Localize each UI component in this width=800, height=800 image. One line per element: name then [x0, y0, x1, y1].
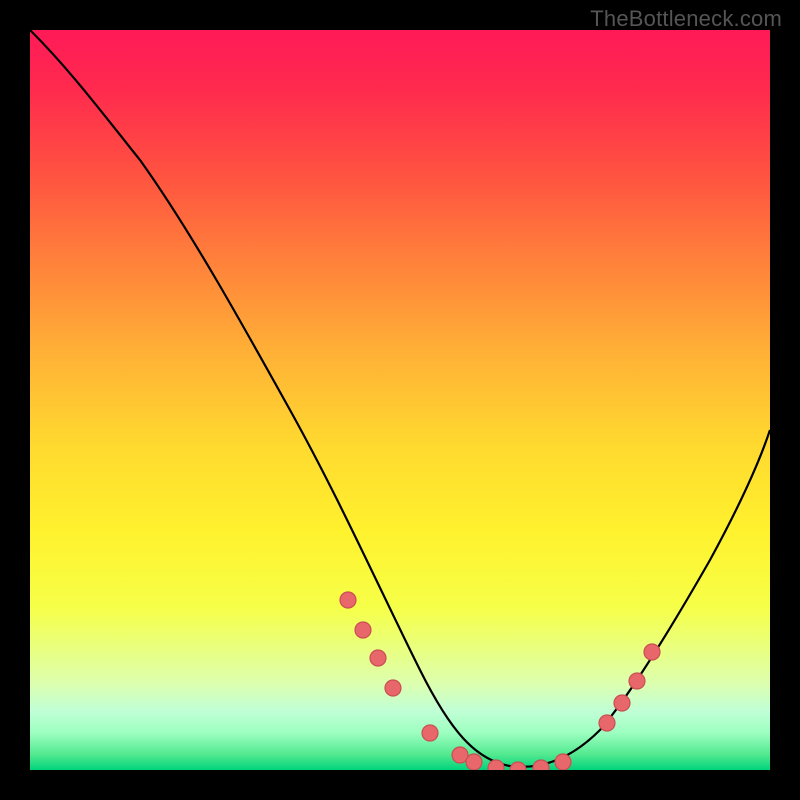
- chart-dot: [510, 762, 526, 770]
- chart-dot: [422, 725, 438, 741]
- chart-dot: [340, 592, 356, 608]
- chart-dot: [629, 673, 645, 689]
- chart-svg: [30, 30, 770, 770]
- chart-dot: [533, 760, 549, 770]
- chart-dot: [644, 644, 660, 660]
- plot-area: [30, 30, 770, 770]
- chart-dot: [466, 754, 482, 770]
- chart-dot: [385, 680, 401, 696]
- watermark-text: TheBottleneck.com: [590, 6, 782, 32]
- chart-dot: [599, 715, 615, 731]
- chart-dot: [555, 754, 571, 770]
- chart-dot: [355, 622, 371, 638]
- chart-dot: [370, 650, 386, 666]
- chart-dot: [614, 695, 630, 711]
- scatter-dots: [340, 592, 660, 770]
- chart-dot: [488, 760, 504, 770]
